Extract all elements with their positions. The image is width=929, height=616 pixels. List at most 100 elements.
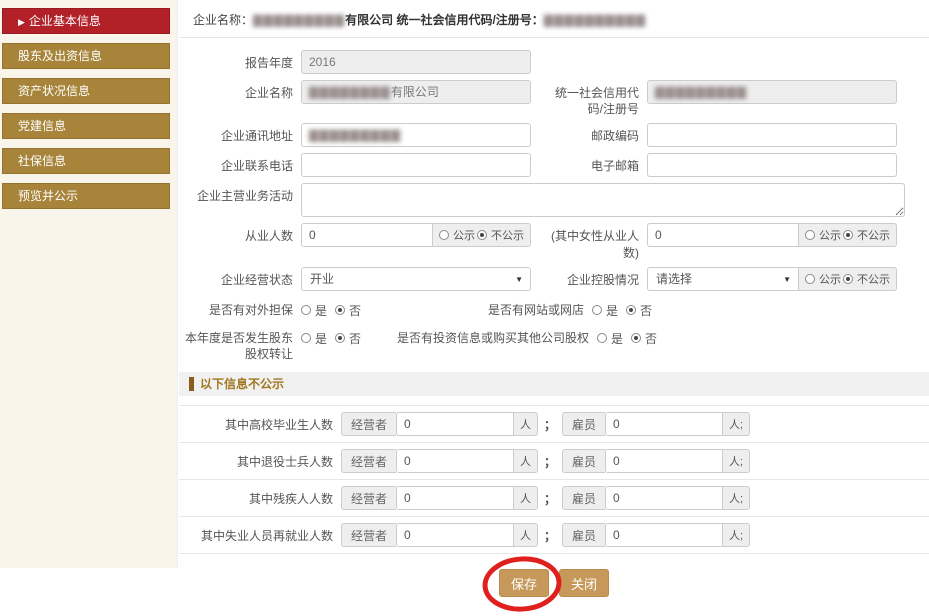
group-separator: ； (544, 453, 556, 470)
no-radio[interactable] (335, 305, 345, 315)
no-radio[interactable] (631, 333, 641, 343)
female-publish-options: 公示 不公示 (799, 223, 897, 247)
guarantee-options: 是 否 (301, 297, 367, 319)
employees-publish-options: 公示 不公示 (433, 223, 531, 247)
no-radio[interactable] (626, 305, 636, 315)
postcode-input[interactable] (647, 123, 897, 147)
employee-prefix: 雇员 (562, 486, 605, 510)
employees-label: 从业人数 (179, 223, 301, 244)
credit-code-label: 统一社会信用代码/注册号： (396, 13, 543, 27)
website-label: 是否有网站或网店 (367, 297, 592, 318)
disabled-operator-input[interactable] (396, 486, 514, 510)
sidebar-item-label: 资产状况信息 (18, 84, 90, 98)
employee-group: 雇员 人; (562, 449, 750, 473)
sidebar-item-label: 预览并公示 (18, 189, 78, 203)
sidebar-item-label: 党建信息 (18, 119, 66, 133)
no-radio[interactable] (335, 333, 345, 343)
employee-group: 雇员 人; (562, 412, 750, 436)
sidebar-item-basic-info[interactable]: ▶ 企业基本信息 (2, 8, 170, 34)
employees-group: 公示 不公示 (301, 223, 531, 247)
no-label: 否 (645, 330, 657, 347)
veterans-operator-input[interactable] (396, 449, 514, 473)
close-button[interactable]: 关闭 (559, 569, 609, 597)
guarantee-label: 是否有对外担保 (179, 297, 301, 318)
employees-input[interactable] (301, 223, 433, 247)
unit-suffix: 人 (514, 523, 538, 547)
sidebar-item-social-security[interactable]: 社保信息 (2, 148, 170, 174)
publish-radio[interactable] (805, 274, 815, 284)
holding-select[interactable]: 请选择 ▼ (647, 267, 799, 291)
not-publish-radio[interactable] (843, 230, 853, 240)
address-field[interactable]: ▇▇▇▇▇▇▇▇▇ (301, 123, 531, 147)
yes-radio[interactable] (301, 333, 311, 343)
holding-label: 企业控股情况 (551, 267, 647, 288)
graduates-operator-input[interactable] (396, 412, 514, 436)
email-label: 电子邮箱 (551, 153, 647, 174)
operating-status-select[interactable]: 开业 ▼ (301, 267, 531, 291)
non-public-section-header: 以下信息不公示 (179, 372, 929, 396)
veterans-employee-input[interactable] (605, 449, 723, 473)
disabled-employee-input[interactable] (605, 486, 723, 510)
left-column: ▶ 企业基本信息 股东及出资信息 资产状况信息 党建信息 社保信息 预览并公示 (0, 0, 178, 568)
operator-group: 经营者 人 (341, 449, 538, 473)
operator-prefix: 经营者 (341, 523, 396, 547)
reemployed-employee-input[interactable] (605, 523, 723, 547)
unit-suffix: 人 (514, 449, 538, 473)
no-label: 否 (349, 330, 361, 347)
publish-label: 公示 (819, 227, 841, 243)
address-label: 企业通讯地址 (179, 123, 301, 144)
veterans-label: 其中退役士兵人数 (179, 453, 341, 470)
credit-code-field-masked: ▇▇▇▇▇▇▇▇▇ (655, 85, 747, 99)
investment-label: 是否有投资信息或购买其他公司股权 (367, 325, 597, 346)
employee-group: 雇员 人; (562, 523, 750, 547)
yes-radio[interactable] (301, 305, 311, 315)
business-activity-label: 企业主营业务活动 (179, 183, 301, 204)
postcode-label: 邮政编码 (551, 123, 647, 144)
sidebar-item-preview-publish[interactable]: 预览并公示 (2, 183, 170, 209)
graduates-employee-input[interactable] (605, 412, 723, 436)
credit-code-field-label: 统一社会信用代码/注册号 (551, 80, 647, 117)
publish-label: 公示 (453, 227, 475, 243)
operator-prefix: 经营者 (341, 486, 396, 510)
yes-radio[interactable] (597, 333, 607, 343)
operator-prefix: 经营者 (341, 449, 396, 473)
operator-group: 经营者 人 (341, 486, 538, 510)
graduates-label: 其中高校毕业生人数 (179, 416, 341, 433)
female-employees-input[interactable] (647, 223, 799, 247)
website-options: 是 否 (592, 297, 658, 319)
sidebar-item-party-building[interactable]: 党建信息 (2, 113, 170, 139)
not-publish-radio[interactable] (477, 230, 487, 240)
phone-label: 企业联系电话 (179, 153, 301, 174)
no-label: 否 (640, 302, 652, 319)
report-year-field: 2016 (301, 50, 531, 74)
company-header: 企业名称：▇▇▇▇▇▇▇▇▇有限公司 统一社会信用代码/注册号：▇▇▇▇▇▇▇▇… (179, 0, 929, 38)
reemployed-operator-input[interactable] (396, 523, 514, 547)
sidebar-item-label: 企业基本信息 (29, 14, 101, 28)
section-marker-icon (189, 377, 194, 391)
basic-info-form: 报告年度 2016 企业名称 ▇▇▇▇▇▇▇▇有限公司 统一社会信用代码/注册号… (179, 38, 929, 597)
email-input[interactable] (647, 153, 897, 177)
yes-label: 是 (611, 330, 623, 347)
business-activity-textarea[interactable] (301, 183, 905, 217)
company-name-label: 企业名称： (193, 13, 253, 27)
not-publish-radio[interactable] (843, 274, 853, 284)
yes-label: 是 (315, 302, 327, 319)
phone-input[interactable] (301, 153, 531, 177)
sidebar-item-label: 社保信息 (18, 154, 66, 168)
employee-group: 雇员 人; (562, 486, 750, 510)
publish-radio[interactable] (805, 230, 815, 240)
publish-radio[interactable] (439, 230, 449, 240)
sidebar-item-shareholders[interactable]: 股东及出资信息 (2, 43, 170, 69)
chevron-down-icon: ▼ (783, 269, 791, 291)
active-arrow-icon: ▶ (18, 17, 25, 27)
chevron-down-icon: ▼ (515, 269, 523, 291)
table-row: 其中高校毕业生人数 经营者 人 ； 雇员 人; (179, 406, 929, 443)
operator-prefix: 经营者 (341, 412, 396, 436)
save-button[interactable]: 保存 (499, 569, 549, 597)
unit-suffix: 人; (723, 449, 750, 473)
unit-suffix: 人; (723, 412, 750, 436)
yes-radio[interactable] (592, 305, 602, 315)
sidebar-item-assets[interactable]: 资产状况信息 (2, 78, 170, 104)
credit-code-masked: ▇▇▇▇▇▇▇▇▇▇ (544, 13, 646, 27)
yes-label: 是 (315, 330, 327, 347)
